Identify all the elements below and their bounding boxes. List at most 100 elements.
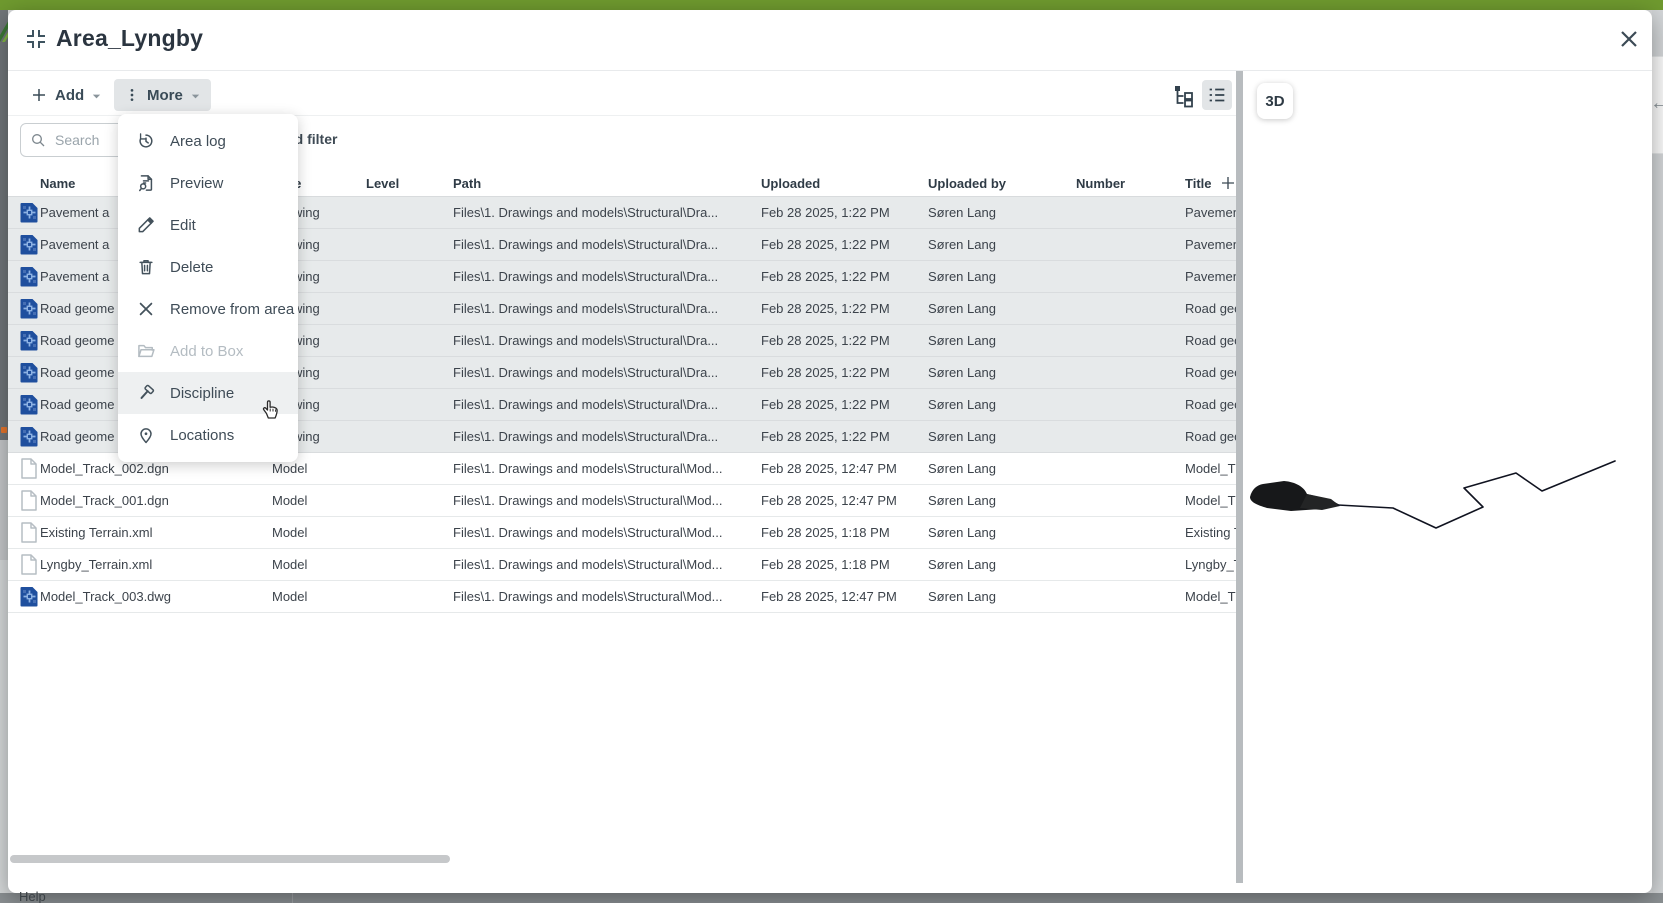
cell-number (1076, 197, 1176, 228)
cell-uploaded-by: Søren Lang (928, 581, 1068, 612)
cell-level (366, 197, 446, 228)
cell-type: Model (272, 485, 362, 516)
3d-view-button[interactable]: 3D (1257, 83, 1293, 119)
cell-title: Model_Track_001.dgn (1185, 485, 1236, 516)
cell-path: Files\1. Drawings and models\Structural\… (453, 517, 755, 548)
column-header-uploaded-by[interactable]: Uploaded by (928, 170, 1068, 196)
cell-uploaded-by: Søren Lang (928, 517, 1068, 548)
panel-scrollbar[interactable] (1236, 70, 1243, 883)
cell-number (1076, 293, 1176, 324)
cell-uploaded-by: Søren Lang (928, 197, 1068, 228)
menu-item-delete[interactable]: Delete (118, 246, 298, 288)
close-icon[interactable] (1616, 26, 1642, 52)
cell-title: Pavement a (1185, 229, 1236, 260)
remove-icon (136, 299, 156, 319)
column-header-uploaded[interactable]: Uploaded (761, 170, 921, 196)
cell-name: Model_Track_001.dgn (40, 485, 268, 516)
add-button[interactable]: Add (20, 79, 112, 111)
cell-path: Files\1. Drawings and models\Structural\… (453, 389, 755, 420)
menu-item-edit[interactable]: Edit (118, 204, 298, 246)
background-marker (1, 427, 7, 433)
cell-title: Road geome (1185, 421, 1236, 452)
cell-number (1076, 453, 1176, 484)
cell-uploaded-by: Søren Lang (928, 293, 1068, 324)
dwg-file-icon (20, 293, 40, 324)
chevron-down-icon (190, 91, 201, 102)
cell-number (1076, 261, 1176, 292)
cell-uploaded: Feb 28 2025, 1:18 PM (761, 517, 921, 548)
cell-level (366, 229, 446, 260)
cell-title: Lyngby_Terrain.xml (1185, 549, 1236, 580)
more-button-label: More (147, 87, 183, 104)
menu-item-remove-from-area[interactable]: Remove from area (118, 288, 298, 330)
more-button[interactable]: More (114, 79, 211, 111)
cell-uploaded: Feb 28 2025, 1:22 PM (761, 293, 921, 324)
cell-number (1076, 517, 1176, 548)
cell-path: Files\1. Drawings and models\Structural\… (453, 549, 755, 580)
cell-title: Existing Terrain.xml (1185, 517, 1236, 548)
file-icon (20, 549, 40, 580)
menu-item-label: Preview (170, 175, 223, 192)
cell-uploaded: Feb 28 2025, 1:22 PM (761, 357, 921, 388)
menu-item-area-log[interactable]: Area log (118, 120, 298, 162)
cell-level (366, 261, 446, 292)
cell-type: Model (272, 549, 362, 580)
cell-number (1076, 389, 1176, 420)
cell-level (366, 357, 446, 388)
cell-level (366, 549, 446, 580)
cell-uploaded-by: Søren Lang (928, 421, 1068, 452)
column-header-number[interactable]: Number (1076, 170, 1176, 196)
cell-level (366, 293, 446, 324)
cell-uploaded: Feb 28 2025, 12:47 PM (761, 581, 921, 612)
dwg-file-icon (20, 357, 40, 388)
column-header-level[interactable]: Level (366, 170, 446, 196)
background-left-strip-light (0, 560, 8, 903)
cell-title: Model_Track_002.dgn (1185, 453, 1236, 484)
cell-uploaded-by: Søren Lang (928, 389, 1068, 420)
3d-viewport[interactable] (1243, 70, 1652, 883)
cell-type: Model (272, 581, 362, 612)
tree-view-icon[interactable] (1170, 82, 1198, 110)
history-icon (136, 131, 156, 151)
delete-icon (136, 257, 156, 277)
cell-uploaded-by: Søren Lang (928, 357, 1068, 388)
help-link[interactable]: Help (19, 889, 46, 903)
search-icon (30, 132, 46, 148)
kebab-icon (124, 86, 140, 104)
menu-item-label: Area log (170, 133, 226, 150)
page-footer-bar (0, 893, 1663, 903)
cell-title: Road geome (1185, 357, 1236, 388)
cell-uploaded-by: Søren Lang (928, 229, 1068, 260)
column-header-path[interactable]: Path (453, 170, 755, 196)
plus-icon (30, 86, 48, 104)
cell-path: Files\1. Drawings and models\Structural\… (453, 421, 755, 452)
cell-title: Pavement a (1185, 261, 1236, 292)
cell-uploaded-by: Søren Lang (928, 325, 1068, 356)
cell-number (1076, 485, 1176, 516)
cell-path: Files\1. Drawings and models\Structural\… (453, 453, 755, 484)
screen: ← Help Area_Lyngby Add More (0, 0, 1663, 903)
cell-title: Road geome (1185, 389, 1236, 420)
menu-item-label: Discipline (170, 385, 234, 402)
cell-uploaded: Feb 28 2025, 1:22 PM (761, 389, 921, 420)
dwg-file-icon (20, 389, 40, 420)
mouse-cursor (258, 396, 282, 424)
cell-uploaded: Feb 28 2025, 1:18 PM (761, 549, 921, 580)
table-row[interactable]: Model_Track_001.dgnModelFiles\1. Drawing… (8, 485, 1236, 517)
discipline-icon (136, 383, 156, 403)
location-icon (136, 425, 156, 445)
list-view-icon[interactable] (1202, 80, 1232, 110)
file-icon (20, 517, 40, 548)
table-row[interactable]: Existing Terrain.xmlModelFiles\1. Drawin… (8, 517, 1236, 549)
add-column-icon[interactable] (1219, 174, 1236, 192)
cell-uploaded: Feb 28 2025, 1:22 PM (761, 421, 921, 452)
table-row[interactable]: Model_Track_003.dwgModelFiles\1. Drawing… (8, 581, 1236, 613)
cell-uploaded-by: Søren Lang (928, 453, 1068, 484)
cell-name: Existing Terrain.xml (40, 517, 268, 548)
cell-uploaded: Feb 28 2025, 12:47 PM (761, 453, 921, 484)
menu-item-preview[interactable]: Preview (118, 162, 298, 204)
table-row[interactable]: Lyngby_Terrain.xml Model Files\1. Drawings… (8, 549, 1236, 581)
cell-title: Road geome (1185, 293, 1236, 324)
horizontal-scrollbar[interactable] (10, 855, 450, 863)
cell-uploaded: Feb 28 2025, 1:22 PM (761, 197, 921, 228)
